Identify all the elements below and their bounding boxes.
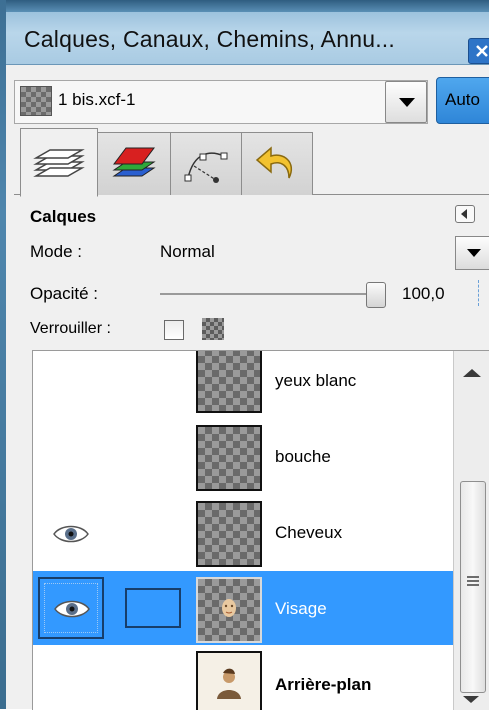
portrait-thumbnail-icon — [217, 668, 241, 699]
lock-pixels-checkbox[interactable] — [164, 320, 184, 340]
face-thumbnail-icon — [222, 599, 236, 617]
opacity-slider-handle[interactable] — [366, 282, 386, 308]
layer-thumbnail — [196, 651, 262, 710]
opacity-spin-button[interactable] — [478, 280, 489, 306]
layer-name: Visage — [275, 599, 327, 618]
visibility-toggle[interactable] — [38, 577, 104, 639]
grip-icon — [467, 576, 479, 586]
tab-undo-history[interactable] — [241, 132, 313, 195]
close-icon[interactable] — [468, 38, 489, 64]
auto-button[interactable]: Auto — [436, 77, 489, 124]
title-bar[interactable]: Calques, Canaux, Chemins, Annu... — [6, 12, 489, 65]
chain-toggle[interactable] — [125, 588, 181, 628]
scrollbar-thumb[interactable] — [460, 481, 486, 693]
window-title: Calques, Canaux, Chemins, Annu... — [24, 26, 395, 52]
scroll-down-icon[interactable] — [463, 696, 479, 703]
chevron-down-icon — [399, 98, 415, 107]
layer-row[interactable]: bouche — [33, 419, 453, 493]
lock-label: Verrouiller : — [30, 320, 111, 337]
mode-dropdown-button[interactable] — [455, 236, 489, 270]
panel-menu-button[interactable] — [455, 205, 475, 223]
eye-icon[interactable] — [51, 521, 91, 547]
channels-icon — [112, 147, 156, 177]
layer-name: yeux blanc — [275, 371, 357, 390]
layer-name: Cheveux — [275, 523, 343, 542]
tab-channels[interactable] — [97, 132, 171, 195]
eye-icon — [54, 600, 90, 618]
layers-list: yeux blanc bouche Cheveux Visage Arrière… — [32, 350, 489, 710]
image-selector-dropdown-button[interactable] — [385, 81, 427, 123]
opacity-label: Opacité : — [30, 284, 99, 303]
layers-scrollbar[interactable] — [453, 351, 489, 710]
window-frame-top — [0, 0, 489, 12]
lock-alpha-icon[interactable] — [202, 318, 224, 340]
layers-icon — [33, 148, 85, 177]
layer-name: bouche — [275, 447, 331, 466]
tab-paths[interactable] — [170, 132, 242, 195]
image-thumbnail — [20, 86, 52, 116]
opacity-value[interactable]: 100,0 — [402, 284, 445, 304]
tab-layers[interactable] — [20, 128, 98, 197]
layer-row-selected[interactable]: Visage — [33, 571, 453, 645]
image-selector-value: 1 bis.xcf-1 — [58, 90, 136, 109]
mode-select[interactable]: Normal — [160, 242, 215, 262]
undo-history-icon — [255, 146, 292, 179]
paths-icon — [184, 152, 228, 183]
layer-thumbnail — [196, 351, 262, 413]
layer-thumbnail — [196, 425, 262, 491]
triangle-left-icon — [461, 209, 467, 219]
layer-thumbnail — [196, 501, 262, 567]
layer-row[interactable]: Cheveux — [33, 495, 453, 569]
layer-row[interactable]: yeux blanc — [33, 351, 453, 417]
mode-label: Mode : — [30, 242, 82, 261]
layer-row[interactable]: Arrière-plan — [33, 647, 453, 710]
layers-panel-title: Calques — [30, 207, 97, 226]
layer-thumbnail — [196, 577, 262, 643]
chevron-down-icon — [467, 249, 481, 257]
auto-button-label: Auto — [445, 90, 480, 109]
scroll-up-icon[interactable] — [463, 369, 481, 377]
layer-name: Arrière-plan — [275, 675, 372, 694]
opacity-slider[interactable] — [160, 293, 372, 295]
